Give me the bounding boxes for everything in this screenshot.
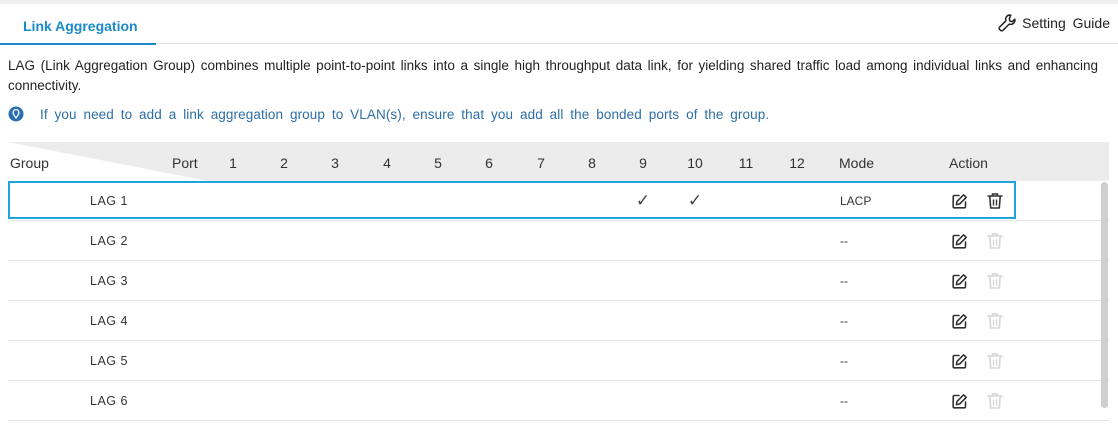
header-port: Port bbox=[172, 155, 198, 171]
table-row[interactable]: LAG 4 -- bbox=[8, 301, 1109, 341]
trash-icon bbox=[987, 232, 1003, 250]
lag-mode: -- bbox=[840, 274, 848, 288]
tab-active-indicator bbox=[0, 43, 156, 45]
setting-guide-label: Setting Guide bbox=[1022, 15, 1110, 31]
lag-mode: -- bbox=[840, 354, 848, 368]
header-action: Action bbox=[949, 155, 988, 171]
page-description: LAG (Link Aggregation Group) combines mu… bbox=[8, 58, 1098, 93]
wrench-icon bbox=[998, 14, 1016, 32]
lag-mode: -- bbox=[840, 394, 848, 408]
trash-icon bbox=[987, 352, 1003, 370]
header-group: Group bbox=[10, 155, 49, 171]
header-port-8: 8 bbox=[588, 155, 596, 171]
header-port-6: 6 bbox=[485, 155, 493, 171]
lag-name: LAG 3 bbox=[90, 274, 128, 288]
lag-name: LAG 5 bbox=[90, 354, 128, 368]
table-row[interactable]: LAG 1 ✓ ✓ LACP bbox=[8, 181, 1109, 221]
lag-mode: -- bbox=[840, 234, 848, 248]
table-row[interactable]: LAG 3 -- bbox=[8, 261, 1109, 301]
lag-name: LAG 4 bbox=[90, 314, 128, 328]
info-pin-icon bbox=[8, 106, 24, 122]
lag-name: LAG 6 bbox=[90, 394, 128, 408]
header-mode: Mode bbox=[839, 155, 875, 171]
table-row[interactable]: LAG 5 -- bbox=[8, 341, 1109, 381]
edit-icon[interactable] bbox=[951, 313, 968, 330]
info-note-text: If you need to add a link aggregation gr… bbox=[40, 106, 770, 122]
edit-icon[interactable] bbox=[951, 353, 968, 370]
lag-name: LAG 2 bbox=[90, 234, 128, 248]
lag-mode: -- bbox=[840, 314, 848, 328]
trash-icon bbox=[987, 272, 1003, 290]
selected-row-outline bbox=[8, 181, 1016, 219]
header-port-11: 11 bbox=[738, 155, 754, 171]
header-port-3: 3 bbox=[331, 155, 339, 171]
header-port-4: 4 bbox=[383, 155, 391, 171]
table-header: Group Port 1 2 3 4 5 6 7 8 9 10 11 12 Mo… bbox=[8, 142, 1109, 181]
tab-bar: Link Aggregation Setting Guide bbox=[0, 4, 1118, 45]
table-row[interactable]: LAG 2 -- bbox=[8, 221, 1109, 261]
table-row[interactable]: LAG 6 -- bbox=[8, 381, 1109, 421]
trash-icon bbox=[987, 392, 1003, 410]
edit-icon[interactable] bbox=[951, 273, 968, 290]
trash-icon bbox=[987, 312, 1003, 330]
setting-guide-button[interactable]: Setting Guide bbox=[997, 12, 1110, 34]
header-port-7: 7 bbox=[537, 155, 545, 171]
scrollbar-thumb[interactable] bbox=[1101, 182, 1108, 408]
header-port-2: 2 bbox=[280, 155, 288, 171]
info-note: If you need to add a link aggregation gr… bbox=[8, 104, 769, 124]
edit-icon[interactable] bbox=[951, 233, 968, 250]
header-port-9: 9 bbox=[639, 155, 647, 171]
tab-label: Link Aggregation bbox=[23, 18, 138, 34]
header-port-1: 1 bbox=[229, 155, 237, 171]
tab-link-aggregation[interactable]: Link Aggregation bbox=[0, 4, 156, 45]
header-port-5: 5 bbox=[434, 155, 442, 171]
table-body: LAG 1 ✓ ✓ LACP LAG 2 -- LAG 3 -- LAG 4 -- LAG 5 -- L… bbox=[8, 181, 1109, 438]
edit-icon[interactable] bbox=[951, 393, 968, 410]
header-port-10: 10 bbox=[687, 155, 703, 171]
header-port-12: 12 bbox=[789, 155, 805, 171]
